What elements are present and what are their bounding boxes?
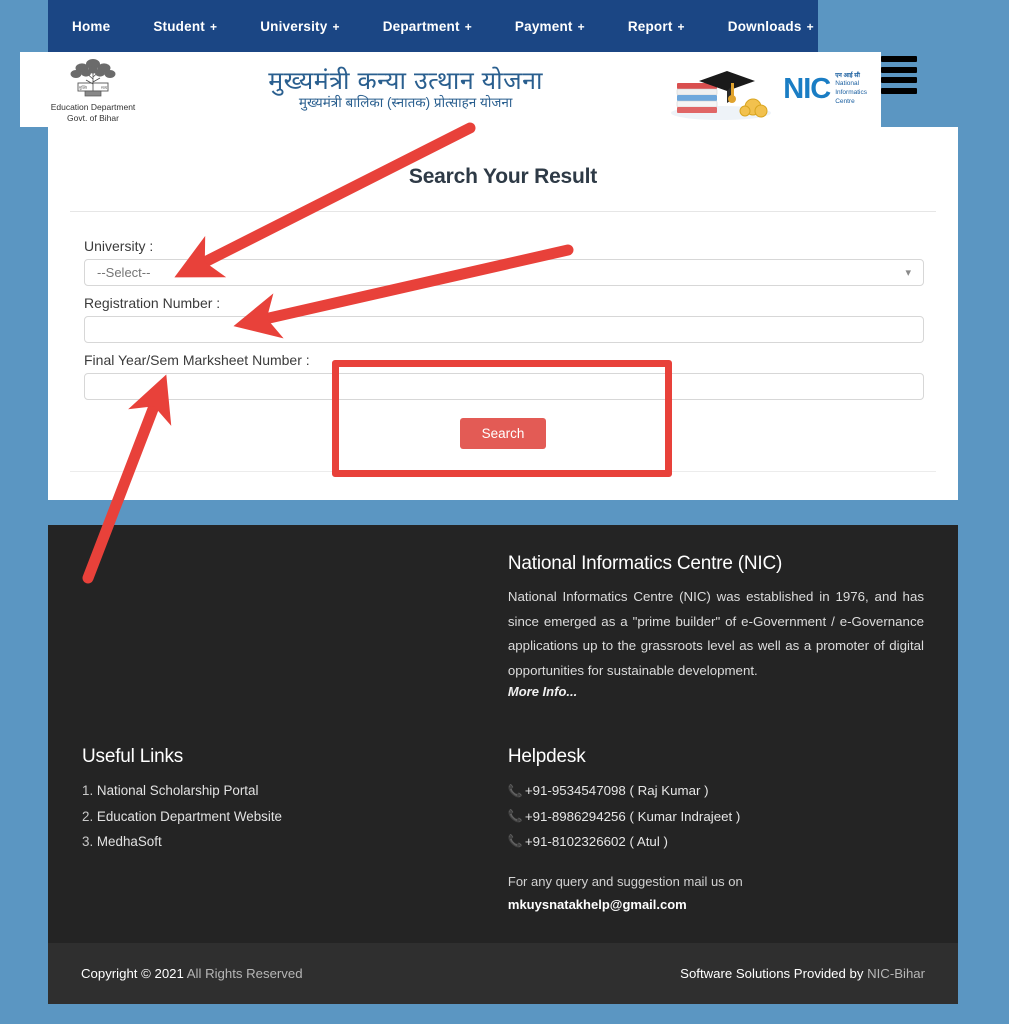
nav-item-downloads[interactable]: Downloads +	[728, 19, 814, 34]
plus-icon: +	[209, 19, 218, 34]
more-info-link[interactable]: More Info...	[508, 684, 924, 699]
nic-description: National Informatics Centre (NIC) was es…	[507, 589, 924, 678]
phone-icon: 📞	[507, 783, 523, 798]
university-select[interactable]: --Select-- ▾	[84, 259, 924, 286]
nav-item-payment[interactable]: Payment +	[515, 19, 585, 34]
footer-nic-block: National Informatics Centre (NIC) Nation…	[508, 553, 924, 699]
hamburger-bar	[881, 77, 917, 84]
helpdesk-contact-text: +91-8986294256 ( Kumar Indrajeet )	[524, 808, 741, 824]
header-right-logos: NIC एन आई सी National Informatics Centre	[669, 59, 867, 121]
copyright-prefix: Copyright © 2021	[81, 966, 184, 981]
nic-heading: National Informatics Centre (NIC)	[507, 553, 783, 574]
hamburger-bar	[881, 56, 917, 62]
plus-icon: +	[577, 19, 585, 34]
bodhi-tree-icon: मुक्ति सत्य	[70, 59, 116, 97]
nic-sub-line3: Centre	[835, 97, 855, 105]
nic-logo: NIC एन आई सी National Informatics Centre	[783, 72, 867, 106]
chevron-down-icon: ▾	[905, 267, 911, 279]
university-label: University :	[84, 238, 154, 254]
helpdesk-contact[interactable]: 📞 +91-8986294256 ( Kumar Indrajeet )	[508, 804, 924, 829]
footer-helpdesk-block: Helpdesk 📞 +91-9534547098 ( Raj Kumar ) …	[508, 746, 924, 912]
software-suffix[interactable]: NIC-Bihar	[867, 966, 925, 981]
nic-wordmark: NIC	[783, 72, 831, 105]
site-footer: National Informatics Centre (NIC) Nation…	[48, 525, 958, 943]
nic-sub-hindi: एन आई सी	[835, 73, 860, 80]
registration-number-label: Registration Number :	[84, 295, 221, 311]
footer-left-top-spacer	[82, 553, 508, 699]
svg-text:सत्य: सत्य	[101, 85, 108, 90]
nic-sub-line2: Informatics	[835, 89, 867, 97]
nav-item-department[interactable]: Department +	[383, 19, 472, 34]
nav-item-university[interactable]: University +	[260, 19, 340, 34]
hamburger-bar	[881, 66, 917, 73]
nav-label: Payment	[514, 18, 573, 34]
emblem-caption-line1: Education Department	[50, 102, 136, 113]
helpdesk-contact-text: +91-8102326602 ( Atul )	[524, 833, 668, 849]
helpdesk-note: For any query and suggestion mail us on	[507, 874, 743, 890]
page-title: Search Your Result	[408, 165, 598, 188]
nav-label: Downloads	[727, 18, 802, 34]
copyright-bar: Copyright © 2021 All Rights Reserved Sof…	[48, 943, 958, 1004]
list-item[interactable]: 1. National Scholarship Portal	[82, 778, 508, 803]
list-label: Education Department Website	[96, 808, 282, 824]
helpdesk-contact[interactable]: 📞 +91-9534547098 ( Raj Kumar )	[508, 778, 924, 803]
search-button-highlight	[332, 360, 672, 477]
nav-label: Home	[72, 18, 111, 34]
university-select-value: --Select--	[97, 265, 151, 280]
books-graduation-cap-icon	[669, 59, 773, 121]
useful-links-list: 1. National Scholarship Portal 2. Educat…	[82, 778, 508, 854]
phone-icon: 📞	[507, 834, 523, 849]
helpdesk-heading: Helpdesk	[507, 746, 586, 768]
emblem-caption-line2: Govt. of Bihar	[67, 113, 119, 123]
site-subtitle-hindi: मुख्यमंत्री बालिका (स्नातक) प्रोत्साहन य…	[298, 95, 513, 111]
list-item[interactable]: 2. Education Department Website	[82, 804, 508, 829]
copyright-suffix: All Rights Reserved	[186, 966, 303, 981]
list-item[interactable]: 3. MedhaSoft	[82, 829, 508, 854]
plus-icon: +	[677, 19, 685, 34]
list-number: 1.	[82, 783, 94, 799]
plus-icon: +	[332, 19, 340, 34]
helpdesk-contact[interactable]: 📞 +91-8102326602 ( Atul )	[508, 829, 924, 854]
nav-label: University	[260, 18, 328, 34]
site-header: मुक्ति सत्य Education Department Govt. o…	[20, 52, 881, 127]
registration-number-input[interactable]	[84, 316, 924, 343]
main-navigation: Home Student + University + Department +…	[48, 0, 818, 52]
software-credit: Software Solutions Provided by NIC-Bihar	[680, 966, 925, 981]
nic-logo-subtext: एन आई सी National Informatics Centre	[835, 72, 867, 106]
page-root: Home Student + University + Department +…	[0, 0, 1009, 1024]
list-label: MedhaSoft	[96, 834, 162, 850]
list-number: 3.	[82, 834, 94, 850]
phone-icon: 📞	[507, 808, 523, 823]
nav-item-student[interactable]: Student +	[153, 19, 217, 34]
nic-sub-line1: National	[835, 80, 860, 88]
copyright-text: Copyright © 2021 All Rights Reserved	[81, 966, 303, 981]
footer-useful-links-block: Useful Links 1. National Scholarship Por…	[82, 746, 508, 912]
site-title-block: मुख्यमंत्री कन्या उत्थान योजना मुख्यमंत्…	[142, 68, 669, 111]
hamburger-menu-icon[interactable]	[881, 56, 917, 94]
list-label: National Scholarship Portal	[96, 783, 259, 799]
helpdesk-email[interactable]: mkuysnatakhelp@gmail.com	[508, 897, 924, 912]
nav-label: Report	[627, 18, 673, 34]
plus-icon: +	[806, 19, 814, 34]
plus-icon: +	[464, 19, 472, 34]
site-title-hindi: मुख्यमंत्री कन्या उत्थान योजना	[268, 66, 544, 95]
nav-label: Department	[382, 18, 460, 34]
helpdesk-contact-text: +91-9534547098 ( Raj Kumar )	[524, 783, 709, 799]
hamburger-bar	[881, 87, 917, 94]
svg-text:मुक्ति: मुक्ति	[79, 85, 88, 91]
nav-item-home[interactable]: Home	[72, 19, 110, 34]
bihar-emblem: मुक्ति सत्य Education Department Govt. o…	[38, 55, 148, 123]
software-prefix: Software Solutions Provided by	[680, 966, 864, 981]
nav-label: Student	[153, 18, 205, 34]
useful-links-heading: Useful Links	[82, 746, 184, 768]
nav-item-report[interactable]: Report +	[628, 19, 685, 34]
list-number: 2.	[82, 808, 94, 824]
